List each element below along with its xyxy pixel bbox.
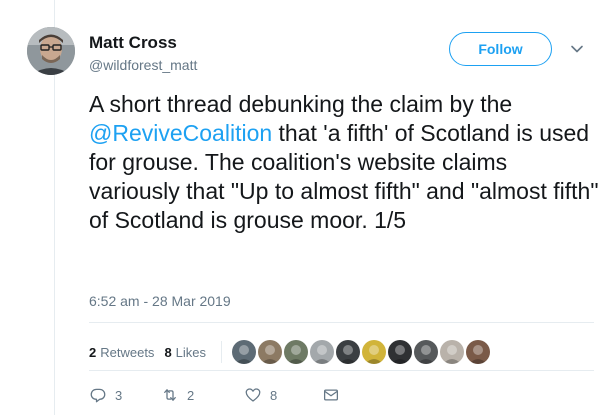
liker-avatar-5[interactable]	[336, 340, 361, 364]
liker-avatar-9[interactable]	[440, 340, 465, 364]
likes-stat-count: 8	[164, 344, 172, 360]
liker-avatars	[232, 340, 492, 364]
heart-icon	[245, 388, 261, 402]
likes-stat[interactable]: 8 Likes	[164, 345, 206, 360]
liker-avatar-6[interactable]	[362, 340, 387, 364]
tweet-text-start: A short thread debunking the claim by th…	[89, 91, 513, 117]
liker-avatar-1[interactable]	[232, 340, 257, 364]
chevron-down-icon[interactable]	[570, 42, 584, 56]
author-avatar[interactable]	[27, 27, 75, 75]
reply-icon	[90, 388, 106, 403]
liker-avatar-10[interactable]	[466, 340, 491, 364]
tweet-text: A short thread debunking the claim by th…	[89, 90, 599, 235]
tweet: Matt Cross @wildforest_matt Follow A sho…	[0, 0, 611, 415]
tweet-timestamp[interactable]: 6:52 am - 28 Mar 2019	[89, 293, 231, 309]
tweet-stats: 2 Retweets 8 Likes	[89, 340, 492, 364]
retweet-count: 2	[187, 387, 195, 403]
retweets-stat-label: Retweets	[100, 344, 155, 360]
liker-avatar-2[interactable]	[258, 340, 283, 364]
author-handle[interactable]: @wildforest_matt	[89, 56, 197, 74]
retweets-stat[interactable]: 2 Retweets	[89, 345, 154, 360]
reply-button[interactable]: 3	[89, 386, 161, 404]
liker-avatar-8[interactable]	[414, 340, 439, 364]
likes-stat-label: Likes	[175, 344, 207, 360]
follow-button[interactable]: Follow	[449, 32, 552, 66]
divider	[221, 341, 223, 363]
author-name[interactable]: Matt Cross	[89, 33, 197, 53]
reply-count: 3	[115, 387, 123, 403]
retweet-button[interactable]: 2	[161, 386, 244, 404]
retweets-stat-count: 2	[89, 344, 97, 360]
mention-link[interactable]: @ReviveCoalition	[89, 120, 272, 146]
liker-avatar-7[interactable]	[388, 340, 413, 364]
liker-avatar-4[interactable]	[310, 340, 335, 364]
author-info[interactable]: Matt Cross @wildforest_matt	[89, 33, 197, 74]
tweet-actions: 3 2 8	[89, 386, 348, 404]
retweet-icon	[164, 389, 176, 401]
divider	[89, 322, 594, 323]
liker-avatar-3[interactable]	[284, 340, 309, 364]
divider	[89, 370, 594, 371]
direct-message-button[interactable]	[322, 386, 348, 404]
like-button[interactable]: 8	[244, 386, 322, 404]
envelope-icon	[323, 389, 339, 401]
like-count: 8	[270, 387, 278, 403]
